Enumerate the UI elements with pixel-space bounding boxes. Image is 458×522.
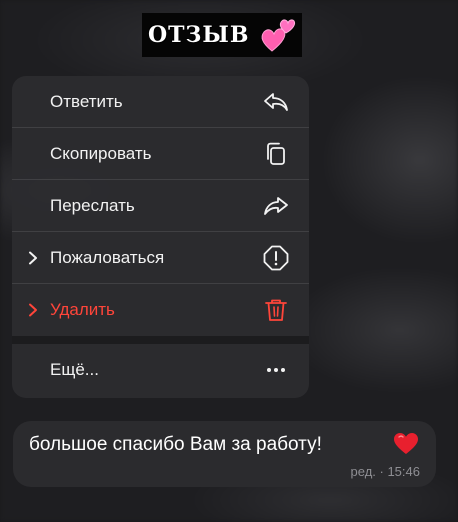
message-text: большое спасибо Вам за работу!: [29, 434, 322, 455]
menu-item-label: Пожаловаться: [50, 248, 165, 267]
menu-item-label: Переслать: [50, 196, 135, 215]
menu-item-forward[interactable]: Переслать: [12, 180, 309, 232]
menu-item-report[interactable]: Пожаловаться: [12, 232, 309, 284]
message-bubble[interactable]: большое спасибо Вам за работу! ред. · 15…: [13, 421, 436, 487]
menu-separator: [12, 336, 309, 344]
heart-icon: [394, 433, 418, 454]
hearts-icon: [261, 19, 296, 52]
menu-item-label: Удалить: [50, 300, 115, 319]
more-icon: [267, 368, 285, 372]
message-meta: ред. · 15:46: [350, 464, 420, 479]
menu-item-copy[interactable]: Скопировать: [12, 128, 309, 180]
forward-icon: [264, 197, 288, 215]
trash-icon: [265, 299, 287, 321]
reply-icon: [264, 93, 288, 111]
menu-item-label: Скопировать: [50, 144, 152, 163]
chevron-right-icon: [29, 251, 37, 265]
copy-icon: [267, 142, 285, 165]
sticker-text: ОТЗЫВ: [148, 22, 250, 48]
context-menu: Ответить Скопировать Переслать Пожаловат…: [12, 76, 309, 398]
menu-item-label: Ответить: [50, 92, 123, 111]
chevron-right-icon: [29, 303, 37, 317]
menu-item-more[interactable]: Ещё...: [12, 344, 309, 396]
menu-item-reply[interactable]: Ответить: [12, 76, 309, 128]
menu-item-label: Ещё...: [50, 360, 99, 379]
otzyv-sticker: ОТЗЫВ: [142, 13, 302, 57]
report-icon: [263, 245, 289, 271]
menu-item-delete[interactable]: Удалить: [12, 284, 309, 336]
